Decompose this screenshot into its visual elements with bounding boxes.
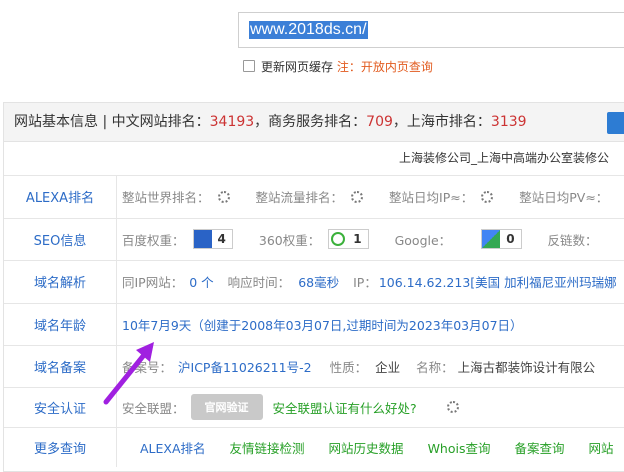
response-time-label: 响应时间：	[227, 275, 291, 290]
loading-spinner-icon	[481, 190, 494, 203]
panel-title: 网站基本信息	[14, 114, 98, 130]
panel-header: 网站基本信息 | 中文网站排名：34193，商务服务排名：709，上海市排名：3…	[3, 102, 624, 142]
icp-name-value: 上海古都装饰设计有限公	[457, 359, 596, 375]
ip-value[interactable]: 106.14.62.213[美国 加利福尼亚州玛瑞娜	[379, 272, 617, 291]
google-value: 0	[506, 232, 515, 246]
icp-nature-label: 性质：	[329, 359, 368, 375]
same-ip-label: 同IP网站：	[122, 275, 184, 290]
biz-rank-label: ，商务服务排名：	[254, 114, 367, 130]
baidu-weight-value: 4	[217, 232, 226, 246]
traffic-rank-label: 整站流量排名：	[255, 190, 344, 205]
domain-age-row: 域名年龄 10年7月9天（创建于2008年03月07日,过期时间为2023年03…	[4, 303, 624, 346]
cn-rank-label: 中文网站排名：	[111, 114, 210, 130]
sh-rank-label: ，上海市排名：	[392, 114, 491, 130]
baidu-paw-icon	[193, 230, 212, 248]
world-rank-label: 整站世界排名：	[122, 190, 210, 205]
cache-note: 注：开放内页查询	[336, 60, 433, 74]
360-logo-icon	[331, 232, 346, 246]
backlinks-label: 反链数：	[547, 232, 598, 248]
alexa-label: ALEXA排名	[4, 175, 117, 218]
more-queries-row: 更多查询 ALEXA排名 友情链接检测 网站历史数据 Whois查询 备案查询 …	[4, 427, 624, 467]
more-link-site[interactable]: 网站	[589, 438, 614, 457]
header-sep: |	[102, 114, 108, 130]
same-ip-value[interactable]: 0 个	[189, 272, 213, 291]
baidu-weight-label: 百度权重：	[122, 232, 185, 248]
360-weight-label: 360权重：	[258, 232, 321, 248]
site-title: 上海装修公司_上海中高端办公室装修公	[399, 151, 610, 165]
baidu-weight-badge[interactable]: 4	[192, 229, 233, 249]
cn-rank-value: 34193	[209, 114, 255, 130]
response-time-value: 68毫秒	[298, 275, 340, 290]
update-cache-checkbox[interactable]	[243, 60, 255, 72]
sh-rank-value: 3139	[490, 114, 527, 130]
icp-number-value[interactable]: 沪ICP备11026211号-2	[178, 357, 312, 376]
official-verify-seal[interactable]: 官网验证	[190, 394, 263, 420]
loading-spinner-icon	[217, 190, 230, 203]
360-weight-value: 1	[353, 232, 362, 246]
daily-ip-label: 整站日均IP≈：	[389, 190, 474, 205]
icp-nature-value: 企业	[375, 359, 401, 375]
domain-search-input[interactable]: www.2018ds.cn/	[238, 12, 624, 48]
icp-row: 域名备案 备案号： 沪ICP备11026211号-2 性质： 企业 名称： 上海…	[4, 345, 624, 388]
google-badge[interactable]: 0	[481, 229, 522, 249]
site-title-row: 上海装修公司_上海中高端办公室装修公	[4, 142, 624, 176]
ip-label: IP：	[353, 275, 377, 290]
360-weight-badge[interactable]: 1	[328, 229, 369, 249]
more-link-history[interactable]: 网站历史数据	[329, 438, 404, 457]
seo-row: SEO信息 百度权重： 4 360权重： 1 Google： 0 反链数：	[4, 218, 624, 261]
annotation-arrow-icon	[103, 342, 154, 405]
google-label: Google：	[394, 232, 452, 248]
more-link-alexa[interactable]: ALEXA排名	[140, 438, 206, 457]
dns-label: 域名解析	[4, 260, 117, 303]
more-link-icp[interactable]: 备案查询	[514, 438, 564, 457]
domain-age-label: 域名年龄	[4, 303, 117, 345]
dns-row: 域名解析 同IP网站： 0 个 响应时间： 68毫秒 IP： 106.14.62…	[4, 260, 624, 304]
icp-name-label: 名称：	[416, 359, 454, 375]
loading-spinner-icon	[351, 190, 364, 203]
security-row: 安全认证 安全联盟： 官网验证 安全联盟认证有什么好处?	[4, 387, 624, 428]
daily-pv-label: 整站日均PV≈：	[519, 190, 609, 205]
update-cache-label[interactable]: 更新网页缓存	[261, 60, 333, 74]
seo-label: SEO信息	[4, 218, 117, 260]
alliance-benefit-link[interactable]: 安全联盟认证有什么好处?	[273, 398, 417, 417]
more-link-whois[interactable]: Whois查询	[428, 438, 491, 457]
domain-age-value: 10年7月9天（创建于2008年03月07日,过期时间为2023年03月07日）	[122, 317, 523, 333]
more-queries-label: 更多查询	[4, 427, 117, 467]
alexa-row: ALEXA排名 整站世界排名： 整站流量排名： 整站日均IP≈： 整站日均PV≈…	[4, 175, 624, 219]
cache-option: 更新网页缓存 注：开放内页查询	[243, 58, 433, 75]
loading-spinner-icon	[446, 401, 459, 413]
google-logo-icon	[482, 230, 501, 248]
more-link-friendlinks[interactable]: 友情链接检测	[230, 438, 305, 457]
edit-icon[interactable]	[607, 112, 624, 134]
search-input-value: www.2018ds.cn/	[249, 21, 368, 39]
biz-rank-value: 709	[366, 114, 393, 130]
